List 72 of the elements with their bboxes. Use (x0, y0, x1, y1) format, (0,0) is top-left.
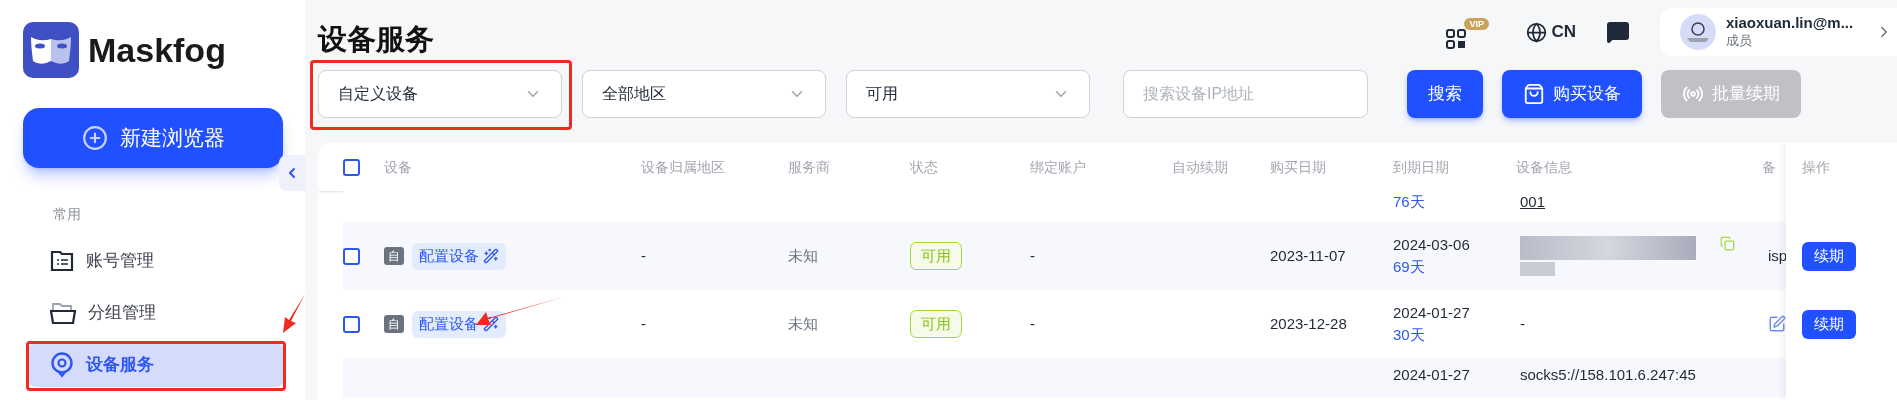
bag-icon (1523, 83, 1545, 105)
column-header: 到期日期 (1393, 158, 1449, 175)
search-button[interactable]: 搜索 (1407, 70, 1483, 118)
provider-cell: 未知 (788, 314, 818, 332)
column-header: 备 (1762, 158, 1776, 175)
user-role: 成员 (1726, 32, 1753, 50)
column-header: 设备归属地区 (641, 158, 725, 175)
device-info-link[interactable]: 001 (1520, 193, 1546, 210)
column-header: 服务商 (788, 158, 830, 175)
provider-cell: 未知 (788, 246, 818, 264)
filter-select[interactable]: 全部地区 (582, 70, 826, 118)
list-folder-icon (50, 250, 74, 272)
sidebar-item[interactable]: 账号管理 (28, 239, 284, 283)
column-header: 自动续期 (1172, 158, 1228, 175)
user-email: xiaoxuan.lin@m... (1726, 14, 1854, 32)
mask-logo-icon (23, 22, 79, 78)
column-header: 操作 (1802, 157, 1830, 177)
column-header: 状态 (910, 158, 938, 175)
section-label: 常用 (53, 205, 82, 224)
annotation-arrow (281, 293, 307, 335)
ip-search-field[interactable]: 搜索设备IP地址 (1123, 70, 1368, 118)
expiry-date: 2024-03-06 (1393, 235, 1471, 255)
configure-device-button[interactable]: 配置设备 (412, 310, 506, 338)
sidebar-item[interactable]: 分组管理 (28, 291, 284, 335)
globe-icon (1526, 21, 1548, 43)
account-cell: - (1030, 246, 1035, 264)
new-browser-button[interactable]: 新建浏览器 (23, 108, 283, 168)
account-cell: - (1030, 314, 1035, 332)
language-button[interactable]: CN (1526, 19, 1576, 45)
remaining-days: 30天 (1393, 324, 1516, 346)
device-info: socks5://158.101.6.247:45 (1520, 366, 1696, 383)
user-card[interactable]: xiaoxuan.lin@m... 成员 (1660, 8, 1897, 56)
action-button[interactable]: 购买设备 (1502, 70, 1642, 118)
location-pin-icon (50, 352, 74, 378)
status-tag: 可用 (910, 242, 962, 270)
edit-icon[interactable] (1768, 315, 1786, 333)
plus-icon (81, 125, 108, 151)
message-icon[interactable] (1606, 20, 1630, 44)
filter-select[interactable]: 自定义设备 (318, 70, 562, 118)
app-name: Maskfog (88, 29, 226, 71)
column-header: 绑定账户 (1030, 158, 1086, 175)
remaining-days: 69天 (1393, 256, 1516, 278)
qr-code-icon (1446, 29, 1467, 49)
checkbox[interactable] (343, 158, 360, 176)
renew-button[interactable]: 续期 (1802, 241, 1856, 271)
page-title: 设备服务 (318, 22, 434, 57)
type-tag: 自 (384, 315, 404, 333)
purchase-date: 2023-12-28 (1270, 314, 1347, 332)
checkbox[interactable] (343, 247, 360, 265)
column-header: 购买日期 (1270, 158, 1326, 175)
renew-button[interactable]: 续期 (1802, 309, 1856, 339)
device-info: - (1520, 313, 1525, 334)
checkbox[interactable] (343, 315, 360, 333)
status-tag: 可用 (910, 310, 962, 338)
type-tag: 自 (384, 247, 404, 265)
expiry-date: 2024-01-27 (1393, 366, 1470, 383)
region-cell: - (641, 314, 646, 332)
column-header: 设备信息 (1516, 158, 1572, 175)
expiry-date: 2024-01-27 (1393, 303, 1471, 323)
column-header: 设备 (384, 158, 412, 175)
folder-icon (50, 302, 76, 324)
remark-cell: isp (1768, 246, 1788, 264)
filter-select[interactable]: 可用 (846, 70, 1090, 118)
avatar-icon (1680, 14, 1716, 50)
vip-badge: VIP (1464, 18, 1489, 30)
sidebar-item[interactable]: 设备服务 (28, 343, 284, 387)
region-cell: - (641, 246, 646, 264)
purchase-date: 2023-11-07 (1270, 246, 1346, 264)
remaining-days: 76天 (1393, 193, 1425, 210)
magic-wand-icon (483, 248, 499, 264)
collapse-button[interactable] (279, 155, 305, 191)
configure-device-button[interactable]: 配置设备 (412, 242, 506, 270)
